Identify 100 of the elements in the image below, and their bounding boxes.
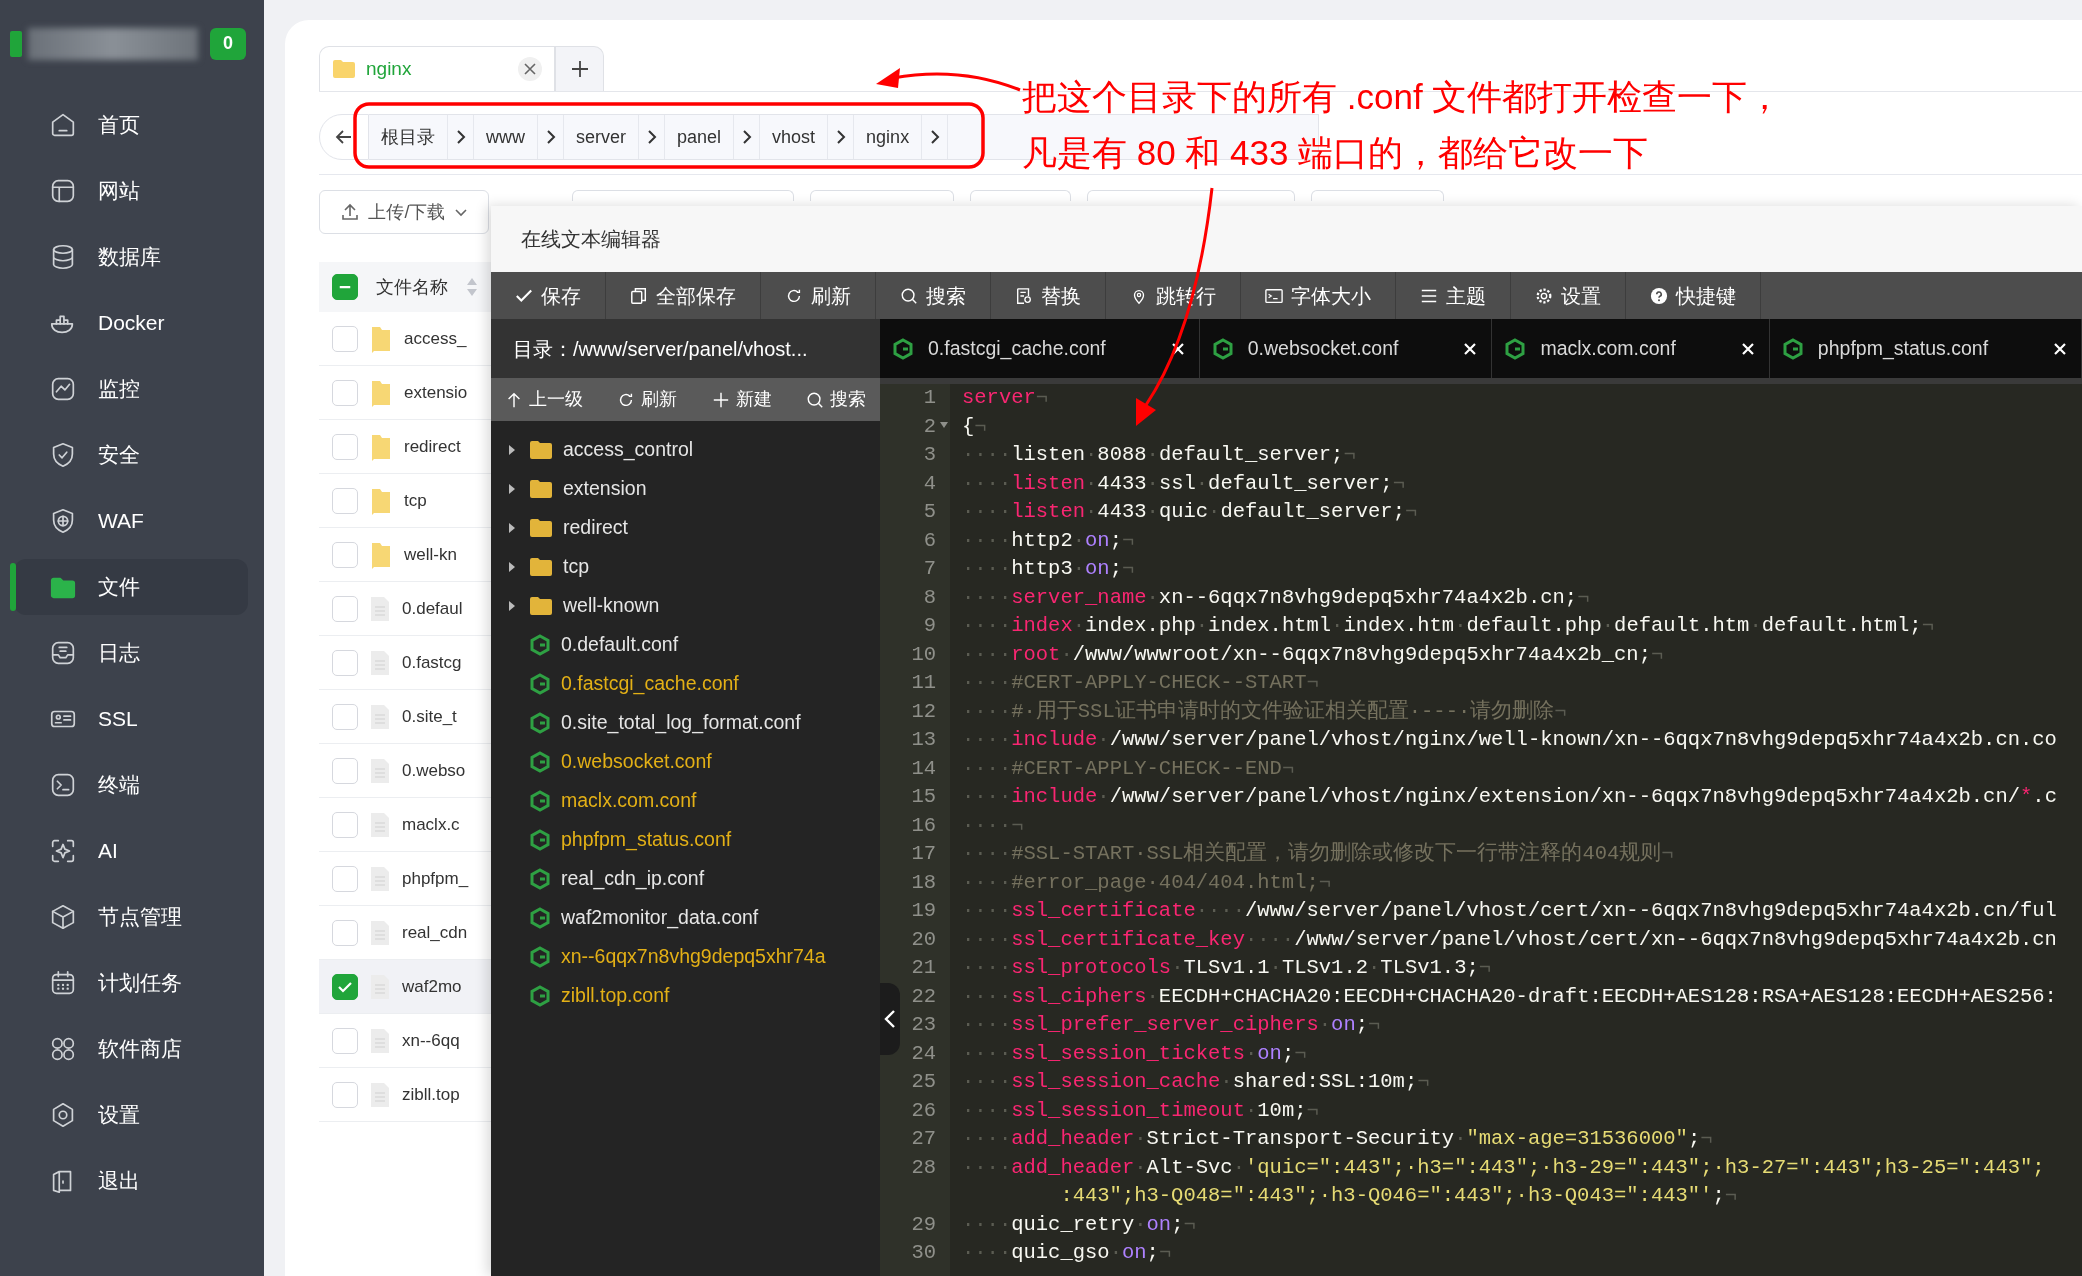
file-name[interactable]: zibll.top xyxy=(402,1081,460,1108)
select-all-checkbox[interactable] xyxy=(332,274,358,300)
tree-item[interactable]: real_cdn_ip.conf xyxy=(561,863,705,894)
breadcrumb-item[interactable]: nginx xyxy=(854,115,923,159)
line-number: 30 xyxy=(911,1240,936,1266)
toolbar-button[interactable] xyxy=(1087,190,1295,201)
hexagon-icon xyxy=(529,633,551,656)
tree-item[interactable]: phpfpm_status.conf xyxy=(561,824,732,855)
file-name[interactable]: redirect xyxy=(404,433,461,460)
code-text: ···· xyxy=(962,841,1012,867)
tree-item[interactable]: well-known xyxy=(563,590,660,621)
code-text: .c xyxy=(2032,784,2057,810)
folder-icon xyxy=(529,478,553,499)
sidebar-item[interactable]: WAF xyxy=(14,493,248,549)
tree-item[interactable]: redirect xyxy=(563,512,629,543)
toolbar-button[interactable] xyxy=(572,190,794,201)
code-text: ; xyxy=(1281,1040,1295,1067)
breadcrumb-item[interactable]: www xyxy=(474,115,538,159)
code-text: · xyxy=(1097,784,1110,810)
line-number: 12 xyxy=(911,698,936,725)
code-text: ; xyxy=(1687,1126,1701,1152)
chevron-right-icon xyxy=(741,129,752,145)
copy-icon xyxy=(630,286,648,305)
tree-action-button[interactable]: 刷新 xyxy=(613,386,682,413)
hexagon-icon xyxy=(529,711,551,734)
tree-item[interactable]: 0.default.conf xyxy=(561,629,679,660)
code-text: on xyxy=(1146,1211,1172,1238)
row-checkbox[interactable] xyxy=(332,973,358,1000)
document-icon xyxy=(370,1081,390,1108)
sidebar-item[interactable]: 日志 xyxy=(14,625,248,681)
sidebar-item[interactable]: 设置 xyxy=(14,1087,248,1143)
back-button[interactable] xyxy=(319,114,369,160)
tree-item[interactable]: xn--6qqx7n8vhg9depq5xhr74a xyxy=(561,941,826,972)
sidebar-item[interactable]: 网站 xyxy=(14,163,248,219)
code-text: ¬ xyxy=(1577,584,1590,611)
breadcrumb-item[interactable]: server xyxy=(564,115,639,159)
sidebar-item[interactable]: 节点管理 xyxy=(14,889,248,945)
sidebar-item[interactable]: 监控 xyxy=(14,361,248,417)
code-text: default.htm xyxy=(1614,613,1750,639)
file-name[interactable]: tcp xyxy=(404,487,427,514)
new-tab-button[interactable] xyxy=(555,46,604,91)
hexagon-icon xyxy=(529,789,551,812)
file-name[interactable]: access_ xyxy=(404,325,467,352)
code-text: /www/server/panel/vhost/nginx/extension/xn--6qqx7n8vhg9depq5xhr74a4x2b.cn/ xyxy=(1109,784,2020,810)
sidebar-item[interactable]: 计划任务 xyxy=(14,955,248,1011)
file-name[interactable]: xn--6qq xyxy=(402,1027,460,1054)
toolbar-button[interactable] xyxy=(1311,190,1444,201)
code-text: on xyxy=(1085,527,1110,554)
code-text: ···· xyxy=(962,584,1012,611)
code-text: ···· xyxy=(962,1240,1012,1266)
file-name[interactable]: real_cdn xyxy=(402,919,468,946)
sidebar-item[interactable]: Docker xyxy=(14,295,248,351)
file-name[interactable]: phpfpm_ xyxy=(402,865,469,892)
caret-icon xyxy=(453,207,468,217)
tree-item[interactable]: waf2monitor_data.conf xyxy=(561,902,759,933)
upload-download-button[interactable]: 上传/下载 xyxy=(319,190,489,234)
toolbar-button[interactable] xyxy=(970,190,1071,201)
sidebar-item[interactable]: 安全 xyxy=(14,427,248,483)
breadcrumb-item[interactable]: 根目录 xyxy=(369,115,448,159)
code-text: index xyxy=(1011,613,1073,639)
sidebar-item[interactable]: 终端 xyxy=(14,757,248,813)
line-number: 20 xyxy=(911,926,936,953)
file-name[interactable]: waf2mo xyxy=(402,973,462,1000)
file-name[interactable]: extensio xyxy=(404,379,468,406)
tree-item[interactable]: tcp xyxy=(563,551,589,582)
hexagon-icon xyxy=(1504,337,1527,360)
code-text: /www/server/panel/vhost/cert/xn--6qqx7n8vhg9depq5xhr74a4x2b.cn/ful xyxy=(1244,898,2057,924)
file-name[interactable]: well-kn xyxy=(404,541,457,568)
file-name[interactable]: 0.webso xyxy=(402,757,466,784)
sidebar-item[interactable]: 数据库 xyxy=(14,229,248,285)
document-search-icon xyxy=(1015,286,1033,305)
file-name[interactable]: maclx.c xyxy=(402,811,460,838)
sidebar-item[interactable]: 退出 xyxy=(14,1153,248,1209)
document-icon xyxy=(370,865,390,892)
tree-item[interactable]: 0.fastcgi_cache.conf xyxy=(561,668,739,699)
code-text: /www/server/panel/vhost/cert/xn--6qqx7n8vhg9depq5xhr74a4x2b.cn xyxy=(1294,926,2057,953)
tree-action-button[interactable]: 搜索 xyxy=(802,386,870,413)
tree-action-button[interactable]: 新建 xyxy=(707,386,776,413)
collapse-handle[interactable] xyxy=(880,983,900,1055)
tree-item[interactable]: maclx.com.conf xyxy=(561,785,697,816)
code-text: · xyxy=(1195,470,1209,497)
sidebar-item[interactable]: 首页 xyxy=(14,97,248,153)
breadcrumb-item[interactable]: panel xyxy=(665,115,735,159)
breadcrumb-item[interactable]: vhost xyxy=(760,115,829,159)
code-text: ¬ xyxy=(1318,869,1332,896)
file-name[interactable]: 0.site_t xyxy=(402,703,457,730)
tree-action-button[interactable]: 上一级 xyxy=(501,386,587,413)
code-text: ; xyxy=(1109,556,1122,582)
sidebar-item[interactable]: SSL xyxy=(14,691,248,747)
sidebar-item[interactable]: 软件商店 xyxy=(14,1021,248,1077)
tree-item[interactable]: zibll.top.conf xyxy=(561,980,670,1011)
toolbar-button[interactable] xyxy=(810,190,954,201)
sidebar-item[interactable]: AI xyxy=(14,823,248,879)
tree-item[interactable]: extension xyxy=(563,473,647,504)
tree-item[interactable]: 0.websocket.conf xyxy=(561,746,712,777)
file-name[interactable]: 0.fastcg xyxy=(402,649,462,676)
tree-item[interactable]: 0.site_total_log_format.conf xyxy=(561,707,801,738)
code-text: listen xyxy=(1011,442,1086,468)
tree-item[interactable]: access_control xyxy=(563,434,694,465)
file-name[interactable]: 0.defaul xyxy=(402,595,463,622)
